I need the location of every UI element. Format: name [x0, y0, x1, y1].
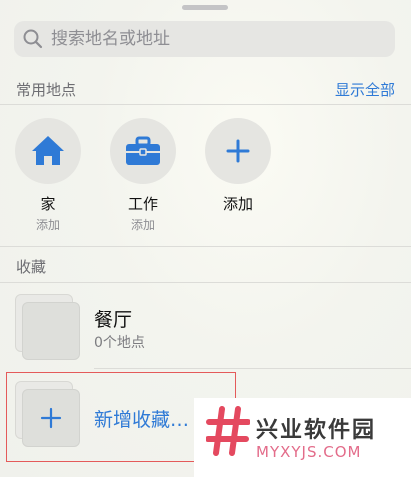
favorite-item-title: 餐厅	[94, 309, 133, 331]
frequent-places-heading: 常用地点	[16, 81, 77, 99]
watermark-text-en: MYXYJS.COM	[256, 443, 362, 461]
place-work-label: 工作	[127, 195, 158, 213]
favorite-item-count: 0个地点	[94, 335, 145, 351]
briefcase-icon	[126, 136, 160, 165]
search-icon	[23, 29, 43, 49]
plus-icon-circle	[205, 118, 271, 184]
search-bar[interactable]	[14, 21, 395, 57]
watermark-logo-icon	[206, 406, 250, 456]
plus-icon	[226, 139, 250, 163]
place-add[interactable]: 添加	[203, 118, 273, 214]
place-home-sub: 添加	[35, 218, 60, 232]
divider	[94, 368, 411, 369]
place-home-label: 家	[40, 195, 56, 213]
new-favorite-label[interactable]: 新增收藏…	[94, 405, 189, 432]
show-all-link[interactable]: 显示全部	[335, 79, 395, 100]
place-work[interactable]: 工作 添加	[108, 118, 178, 233]
watermark-text-cn: 兴业软件园	[256, 418, 377, 443]
divider	[0, 282, 411, 283]
place-home[interactable]: 家 添加	[13, 118, 83, 233]
place-add-label: 添加	[222, 195, 253, 213]
sheet-grabber-handle[interactable]	[182, 5, 228, 10]
home-icon	[32, 136, 64, 165]
home-icon-circle	[15, 118, 81, 184]
place-work-sub: 添加	[130, 218, 155, 232]
briefcase-icon-circle	[110, 118, 176, 184]
divider	[0, 246, 411, 247]
plus-icon	[40, 407, 62, 429]
collection-thumbnail	[22, 302, 80, 360]
search-input[interactable]	[49, 28, 373, 50]
favorites-heading: 收藏	[16, 258, 47, 276]
divider	[0, 104, 411, 105]
new-collection-thumbnail	[22, 389, 80, 447]
